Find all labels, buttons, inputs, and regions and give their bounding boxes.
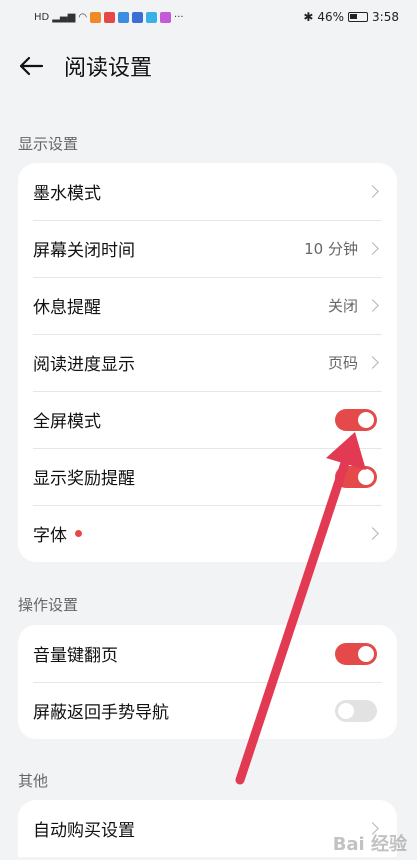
back-gesture-toggle[interactable] xyxy=(335,699,377,722)
row-volume-key-page: 音量键翻页 xyxy=(18,625,397,682)
section-label-operation: 操作设置 xyxy=(18,596,79,614)
wifi-icon: ◠ xyxy=(78,11,88,23)
section-label-other: 其他 xyxy=(18,772,49,790)
operation-settings-card: 音量键翻页 屏蔽返回手势导航 xyxy=(18,625,397,739)
row-label: 显示奖励提醒 xyxy=(33,469,135,489)
row-value: 关闭 xyxy=(327,297,358,315)
back-arrow-icon[interactable] xyxy=(18,52,46,80)
signal-icon: ▂▄▆ xyxy=(52,11,76,23)
row-block-back-gesture: 屏蔽返回手势导航 xyxy=(18,682,397,739)
status-left: HD ▂▄▆ ◠ ··· xyxy=(34,11,184,23)
row-fullscreen-mode: 全屏模式 xyxy=(18,391,397,448)
row-label: 字体 xyxy=(33,526,67,546)
battery-percent: 46% xyxy=(317,10,345,24)
battery-icon xyxy=(348,12,369,22)
row-value: 页码 xyxy=(327,354,358,372)
section-label-display: 显示设置 xyxy=(18,135,79,153)
row-label: 音量键翻页 xyxy=(33,646,118,666)
chevron-right-icon xyxy=(366,242,379,255)
row-label: 墨水模式 xyxy=(33,184,101,204)
status-right: ✱ 46% 3:58 xyxy=(303,10,399,24)
volume-key-toggle[interactable] xyxy=(335,642,377,665)
row-label: 休息提醒 xyxy=(33,298,101,318)
status-time: 3:58 xyxy=(372,10,399,24)
app-notification-icon xyxy=(160,11,172,23)
row-rest-reminder[interactable]: 休息提醒 关闭 xyxy=(18,277,397,334)
header: 阅读设置 xyxy=(0,40,417,92)
row-label: 自动购买设置 xyxy=(33,821,135,841)
app-notification-icon xyxy=(132,11,144,23)
more-notifications-icon: ··· xyxy=(174,11,184,23)
row-font[interactable]: 字体 xyxy=(18,505,397,562)
bluetooth-icon: ✱ xyxy=(303,10,314,24)
new-badge-dot xyxy=(75,530,82,537)
row-reading-progress[interactable]: 阅读进度显示 页码 xyxy=(18,334,397,391)
display-settings-card: 墨水模式 屏幕关闭时间 10 分钟 休息提醒 关闭 阅读进度显示 页码 全屏模式… xyxy=(18,163,397,562)
page-title: 阅读设置 xyxy=(64,56,153,81)
row-screen-off-time[interactable]: 屏幕关闭时间 10 分钟 xyxy=(18,220,397,277)
app-notification-icon xyxy=(118,11,130,23)
reward-reminder-toggle[interactable] xyxy=(335,465,377,488)
app-notification-icon xyxy=(90,11,102,23)
fullscreen-toggle[interactable] xyxy=(335,408,377,431)
app-notification-icon xyxy=(104,11,116,23)
row-label-wrap: 字体 xyxy=(33,521,82,546)
app-notification-icon xyxy=(146,11,158,23)
row-label: 屏幕关闭时间 xyxy=(33,241,135,261)
chevron-right-icon xyxy=(366,356,379,369)
chevron-right-icon xyxy=(366,185,379,198)
row-label: 阅读进度显示 xyxy=(33,355,135,375)
row-reward-reminder: 显示奖励提醒 xyxy=(18,448,397,505)
hd-icon: HD xyxy=(34,11,50,23)
chevron-right-icon xyxy=(366,527,379,540)
watermark-logo: Bai 经验 xyxy=(332,834,407,855)
row-label: 屏蔽返回手势导航 xyxy=(33,703,169,723)
chevron-right-icon xyxy=(366,299,379,312)
status-bar: HD ▂▄▆ ◠ ··· ✱ 46% 3:58 xyxy=(0,0,417,34)
row-ink-mode[interactable]: 墨水模式 xyxy=(18,163,397,220)
row-label: 全屏模式 xyxy=(33,412,101,432)
row-value: 10 分钟 xyxy=(304,240,358,258)
